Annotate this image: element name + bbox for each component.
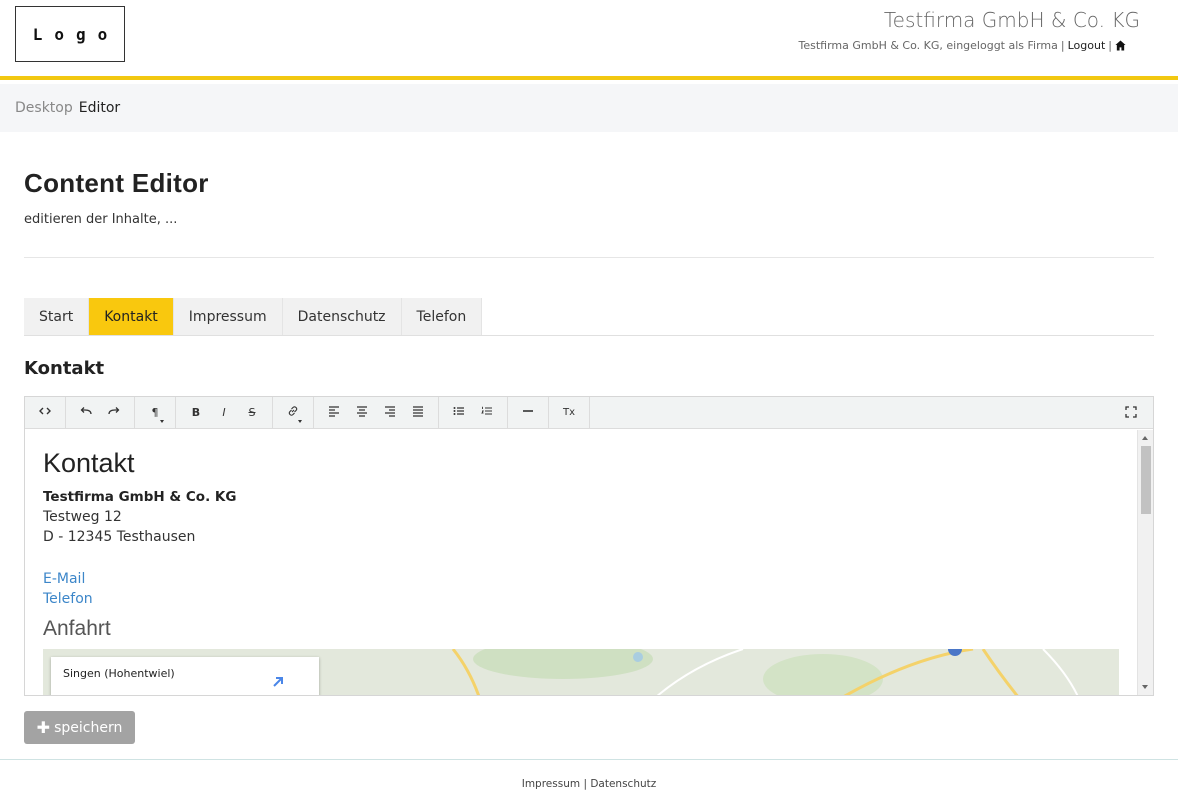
content-city: D - 12345 Testhausen — [43, 529, 196, 545]
align-center-button[interactable] — [348, 401, 376, 425]
bullet-list-button[interactable] — [445, 401, 473, 425]
save-button-label: speichern — [54, 719, 123, 736]
align-justify-button[interactable] — [404, 401, 432, 425]
home-icon[interactable] — [1115, 40, 1126, 51]
footer-separator: | — [583, 778, 587, 790]
separator: | — [1060, 39, 1065, 52]
align-justify-icon — [412, 405, 424, 420]
plus-icon: ✚ — [36, 718, 51, 737]
breadcrumb: Desktop Editor — [0, 84, 1178, 132]
toolbar-group-code — [25, 396, 66, 429]
undo-icon — [80, 405, 92, 420]
toolbar-group-clear: Tx — [549, 396, 590, 429]
toolbar-group-history — [66, 396, 135, 429]
numbered-list-button[interactable] — [473, 401, 501, 425]
tab-start[interactable]: Start — [24, 298, 90, 335]
tab-telefon[interactable]: Telefon — [401, 298, 483, 335]
scroll-thumb[interactable] — [1141, 446, 1151, 514]
align-left-button[interactable] — [320, 401, 348, 425]
align-right-button[interactable] — [376, 401, 404, 425]
toolbar-group-lists — [439, 396, 508, 429]
paragraph-format-button[interactable]: ¶ — [141, 401, 169, 425]
company-title: Testfirma GmbH & Co. KG — [883, 8, 1140, 32]
user-status-line: Testfirma GmbH & Co. KG, eingeloggt als … — [799, 39, 1127, 52]
footer: Impressum | Datenschutz — [0, 778, 1178, 790]
redo-icon — [108, 405, 120, 420]
chevron-down-icon — [298, 419, 302, 423]
horizontal-rule-icon — [522, 405, 534, 420]
link-icon — [287, 405, 299, 420]
tab-datenschutz[interactable]: Datenschutz — [282, 298, 402, 335]
toolbar-group-align — [314, 396, 439, 429]
scroll-up-arrow-icon[interactable] — [1142, 436, 1148, 440]
strikethrough-button[interactable]: S — [238, 401, 266, 425]
map-place-name: Singen (Hohentwiel) — [63, 667, 175, 680]
rich-text-editor: ¶ B I S Tx Kontakt Testfirma GmbH & Co. … — [24, 396, 1154, 696]
bold-button[interactable]: B — [182, 401, 210, 425]
editor-content[interactable]: Kontakt Testfirma GmbH & Co. KG Testweg … — [25, 430, 1137, 695]
align-left-icon — [328, 405, 340, 420]
code-icon — [39, 405, 51, 420]
undo-button[interactable] — [72, 401, 100, 425]
email-link[interactable]: E-Mail — [43, 571, 1119, 587]
align-right-icon — [384, 405, 396, 420]
logout-link[interactable]: Logout — [1068, 39, 1106, 52]
italic-button[interactable]: I — [210, 401, 238, 425]
editor-toolbar: ¶ B I S Tx — [25, 396, 1153, 429]
map-info-card: Singen (Hohentwiel) — [51, 657, 319, 695]
header: Logo Testfirma GmbH & Co. KG Testfirma G… — [0, 0, 1178, 80]
tab-kontakt[interactable]: Kontakt — [89, 298, 174, 335]
editor-scrollbar[interactable] — [1137, 430, 1153, 695]
content-heading: Kontakt — [43, 448, 135, 478]
tab-bar: Start Kontakt Impressum Datenschutz Tele… — [24, 298, 1154, 336]
separator: | — [1108, 39, 1112, 52]
fullscreen-icon — [1125, 405, 1137, 421]
page-subtitle: editieren der Inhalte, ... — [24, 212, 178, 227]
horizontal-rule-button[interactable] — [514, 401, 542, 425]
divider — [24, 257, 1154, 258]
logo[interactable]: Logo — [15, 6, 125, 62]
tab-impressum[interactable]: Impressum — [173, 298, 283, 335]
toolbar-group-text-style: B I S — [176, 396, 273, 429]
phone-link[interactable]: Telefon — [43, 591, 1119, 607]
footer-divider — [0, 759, 1178, 760]
open-in-maps-icon[interactable] — [271, 675, 285, 689]
footer-impressum-link[interactable]: Impressum — [522, 778, 580, 790]
content-street: Testweg 12 — [43, 509, 122, 525]
redo-button[interactable] — [100, 401, 128, 425]
breadcrumb-desktop[interactable]: Desktop — [15, 100, 73, 116]
user-status-text: Testfirma GmbH & Co. KG, eingeloggt als … — [798, 39, 1058, 52]
numbered-list-icon — [481, 405, 493, 420]
toolbar-group-link — [273, 396, 314, 429]
chevron-down-icon — [160, 419, 164, 423]
toolbar-group-format: ¶ — [135, 396, 176, 429]
page-title: Content Editor — [24, 168, 209, 198]
section-title: Kontakt — [24, 358, 105, 379]
align-center-icon — [356, 405, 368, 420]
code-view-button[interactable] — [31, 401, 59, 425]
embedded-map[interactable]: Singen (Hohentwiel) — [43, 649, 1119, 695]
fullscreen-button[interactable] — [1117, 401, 1145, 425]
bullet-list-icon — [453, 405, 465, 420]
clear-format-button[interactable]: Tx — [555, 401, 583, 425]
content-company-name: Testfirma GmbH & Co. KG — [43, 489, 237, 505]
breadcrumb-editor: Editor — [78, 100, 121, 116]
link-button[interactable] — [279, 401, 307, 425]
footer-datenschutz-link[interactable]: Datenschutz — [590, 778, 656, 790]
directions-heading: Anfahrt — [43, 617, 111, 640]
save-button[interactable]: ✚ speichern — [24, 711, 135, 744]
paragraph-icon: ¶ — [151, 406, 159, 419]
scroll-down-arrow-icon[interactable] — [1142, 685, 1148, 689]
toolbar-group-hr — [508, 396, 549, 429]
